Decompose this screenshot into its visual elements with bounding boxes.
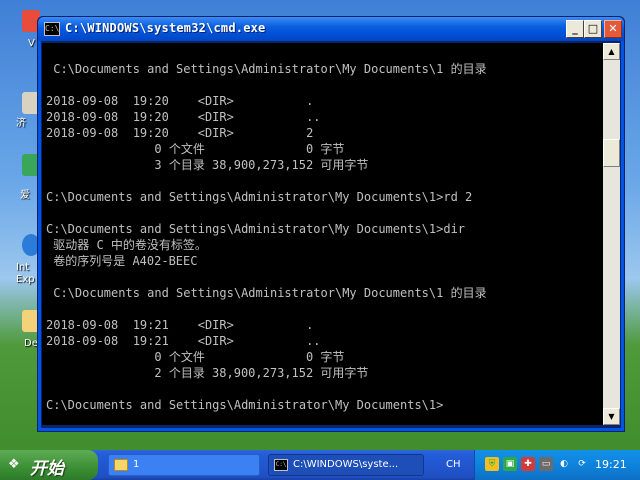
console-line: 0 个文件 0 字节 bbox=[46, 142, 345, 156]
scroll-down-arrow-icon[interactable]: ▼ bbox=[603, 408, 620, 425]
window-title: C:\WINDOWS\system32\cmd.exe bbox=[65, 21, 266, 35]
speaker-icon[interactable]: ◐ bbox=[557, 457, 571, 471]
shield-icon[interactable]: ⛨ bbox=[485, 457, 499, 471]
console-prompt-line[interactable]: C:\Documents and Settings\Administrator\… bbox=[46, 397, 443, 413]
network-icon[interactable]: ▣ bbox=[503, 457, 517, 471]
minimize-button[interactable]: _ bbox=[566, 20, 584, 38]
console-line: C:\Documents and Settings\Administrator\… bbox=[46, 286, 487, 300]
system-tray: ⛨ ▣ ✚ ▭ ◐ ⟳ 19:21 bbox=[474, 450, 640, 480]
task-label: C:\WINDOWS\syste... bbox=[293, 459, 399, 470]
close-button[interactable]: ✕ bbox=[604, 20, 622, 38]
folder-icon bbox=[114, 459, 128, 471]
cmd-window[interactable]: C:\ C:\WINDOWS\system32\cmd.exe _ □ ✕ C:… bbox=[37, 16, 625, 432]
vm-icon[interactable]: ▭ bbox=[539, 457, 553, 471]
desktop-icon-label-1: V bbox=[28, 38, 35, 49]
taskbar: ❖ 开始 1 C:\ C:\WINDOWS\syste... CH ⛨ ▣ ✚ … bbox=[0, 450, 640, 480]
maximize-button[interactable]: □ bbox=[584, 20, 602, 38]
language-indicator[interactable]: CH bbox=[446, 459, 461, 470]
task-button-folder[interactable]: 1 bbox=[108, 454, 260, 476]
task-button-cmd[interactable]: C:\ C:\WINDOWS\syste... bbox=[268, 454, 424, 476]
console-line: C:\Documents and Settings\Administrator\… bbox=[46, 222, 466, 236]
console-line: 卷的序列号是 A402-BEEC bbox=[46, 254, 198, 268]
console-line: C:\Documents and Settings\Administrator\… bbox=[46, 62, 487, 76]
desktop-icon-label-4: Int Exp bbox=[16, 262, 35, 285]
update-icon[interactable]: ⟳ bbox=[575, 457, 589, 471]
console-line: 2018-09-08 19:20 <DIR> .. bbox=[46, 110, 321, 124]
console-line: C:\Documents and Settings\Administrator\… bbox=[46, 190, 473, 204]
console-line: 2018-09-08 19:20 <DIR> 2 bbox=[46, 126, 314, 140]
console-line: 2018-09-08 19:20 <DIR> . bbox=[46, 94, 314, 108]
start-button[interactable]: ❖ 开始 bbox=[0, 450, 98, 480]
scroll-up-arrow-icon[interactable]: ▲ bbox=[603, 43, 620, 60]
title-bar[interactable]: C:\ C:\WINDOWS\system32\cmd.exe _ □ ✕ bbox=[38, 17, 624, 41]
antivirus-icon[interactable]: ✚ bbox=[521, 457, 535, 471]
task-label: 1 bbox=[133, 459, 140, 470]
console-line: 0 个文件 0 字节 bbox=[46, 350, 345, 364]
scroll-thumb[interactable] bbox=[603, 139, 620, 167]
desktop-icon-label-5: De bbox=[24, 338, 38, 349]
vertical-scrollbar[interactable]: ▲ ▼ bbox=[603, 43, 620, 425]
console-line: 3 个目录 38,900,273,152 可用字节 bbox=[46, 158, 369, 172]
windows-logo-icon: ❖ bbox=[8, 457, 20, 472]
desktop-icon-label-3: 爱 bbox=[20, 190, 30, 201]
cmd-icon: C:\ bbox=[274, 459, 288, 471]
cmd-app-icon[interactable]: C:\ bbox=[44, 22, 60, 36]
desktop-icon-label-2: 济 bbox=[16, 118, 26, 129]
start-label: 开始 bbox=[30, 459, 64, 479]
console-line: 2018-09-08 19:21 <DIR> .. bbox=[46, 334, 321, 348]
console-line: 2018-09-08 19:21 <DIR> . bbox=[46, 318, 314, 332]
console-output[interactable]: C:\Documents and Settings\Administrator\… bbox=[42, 43, 603, 425]
clock[interactable]: 19:21 bbox=[595, 458, 627, 471]
console-line: 驱动器 C 中的卷没有标签。 bbox=[46, 238, 207, 252]
console-line: 2 个目录 38,900,273,152 可用字节 bbox=[46, 366, 369, 380]
